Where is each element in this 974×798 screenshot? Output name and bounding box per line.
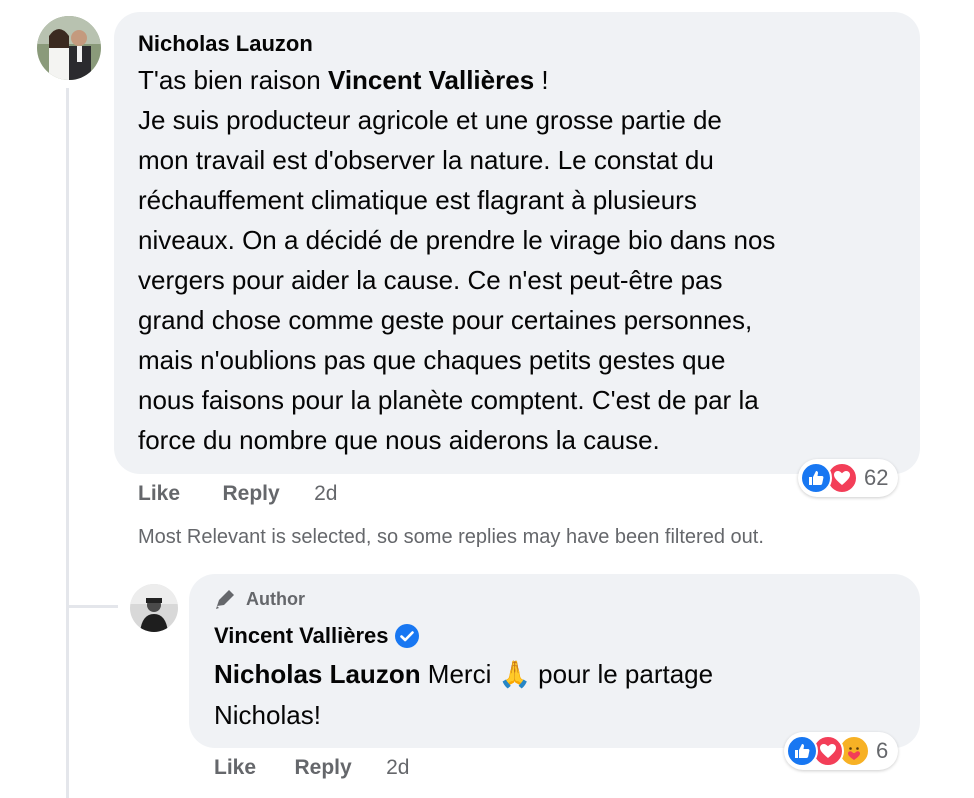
comment-line: mais n'oublions pas que chaques petits g…	[138, 345, 726, 375]
comment-first-line: T'as bien raison Vincent Vallières !	[138, 60, 908, 100]
comment-line: vergers pour aider la cause. Ce n'est pe…	[138, 265, 723, 295]
reply-author[interactable]: Vincent Vallières	[214, 623, 388, 649]
timestamp[interactable]: 2d	[314, 482, 337, 505]
reply-mention-link[interactable]: Nicholas Lauzon	[214, 659, 421, 689]
reply-text-end: pour le partage	[530, 659, 714, 689]
comment-actions: Like Reply 2d	[138, 482, 337, 506]
reply-line: Nicholas!	[214, 700, 321, 730]
like-icon	[800, 462, 832, 494]
reply-reactions-summary[interactable]: 6	[784, 732, 899, 770]
reaction-count: 6	[876, 738, 889, 763]
comment-line: réchauffement climatique est flagrant à …	[138, 185, 697, 215]
thread-connector	[66, 605, 118, 608]
author-badge: Author	[214, 588, 305, 610]
filter-note: Most Relevant is selected, so some repli…	[138, 526, 764, 548]
reply-button[interactable]: Reply	[294, 756, 351, 779]
reply-button[interactable]: Reply	[222, 482, 279, 505]
thread-line	[66, 88, 69, 798]
reply-avatar[interactable]	[130, 584, 178, 632]
comment-author[interactable]: Nicholas Lauzon	[138, 31, 313, 57]
like-button[interactable]: Like	[138, 482, 180, 505]
comment-line: mon travail est d'observer la nature. Le…	[138, 145, 714, 175]
comment-line: nous faisons pour la planète comptent. C…	[138, 385, 759, 415]
reactions-summary[interactable]: 62	[798, 459, 899, 497]
reply-text: Merci	[420, 659, 499, 689]
comment-line: niveaux. On a décidé de prendre le virag…	[138, 225, 776, 255]
timestamp[interactable]: 2d	[386, 756, 409, 779]
reply-author-row: Vincent Vallières	[214, 623, 420, 649]
comment-body: T'as bien raison Vincent Vallières ! Je …	[138, 60, 908, 460]
pencil-icon	[216, 590, 234, 609]
comment-text-prefix: T'as bien raison	[138, 65, 328, 95]
praying-hands-emoji: 🙏	[498, 660, 531, 690]
mention-link[interactable]: Vincent Vallières	[328, 65, 534, 95]
reaction-count: 62	[864, 465, 889, 490]
avatar[interactable]	[37, 16, 101, 80]
reply-body: Nicholas Lauzon Merci 🙏 pour le partage …	[214, 654, 914, 735]
reply-actions: Like Reply 2d	[214, 756, 409, 780]
like-button[interactable]: Like	[214, 756, 256, 779]
comment-line: grand chose comme geste pour certaines p…	[138, 305, 753, 335]
reply-first-line: Nicholas Lauzon Merci 🙏 pour le partage	[214, 654, 914, 695]
comment-text-suffix: !	[534, 65, 549, 95]
comment-line: force du nombre que nous aiderons la cau…	[138, 425, 660, 455]
author-badge-label: Author	[246, 588, 305, 609]
verified-icon	[395, 624, 420, 648]
like-icon	[786, 735, 818, 767]
comment-line: Je suis producteur agricole et une gross…	[138, 105, 722, 135]
